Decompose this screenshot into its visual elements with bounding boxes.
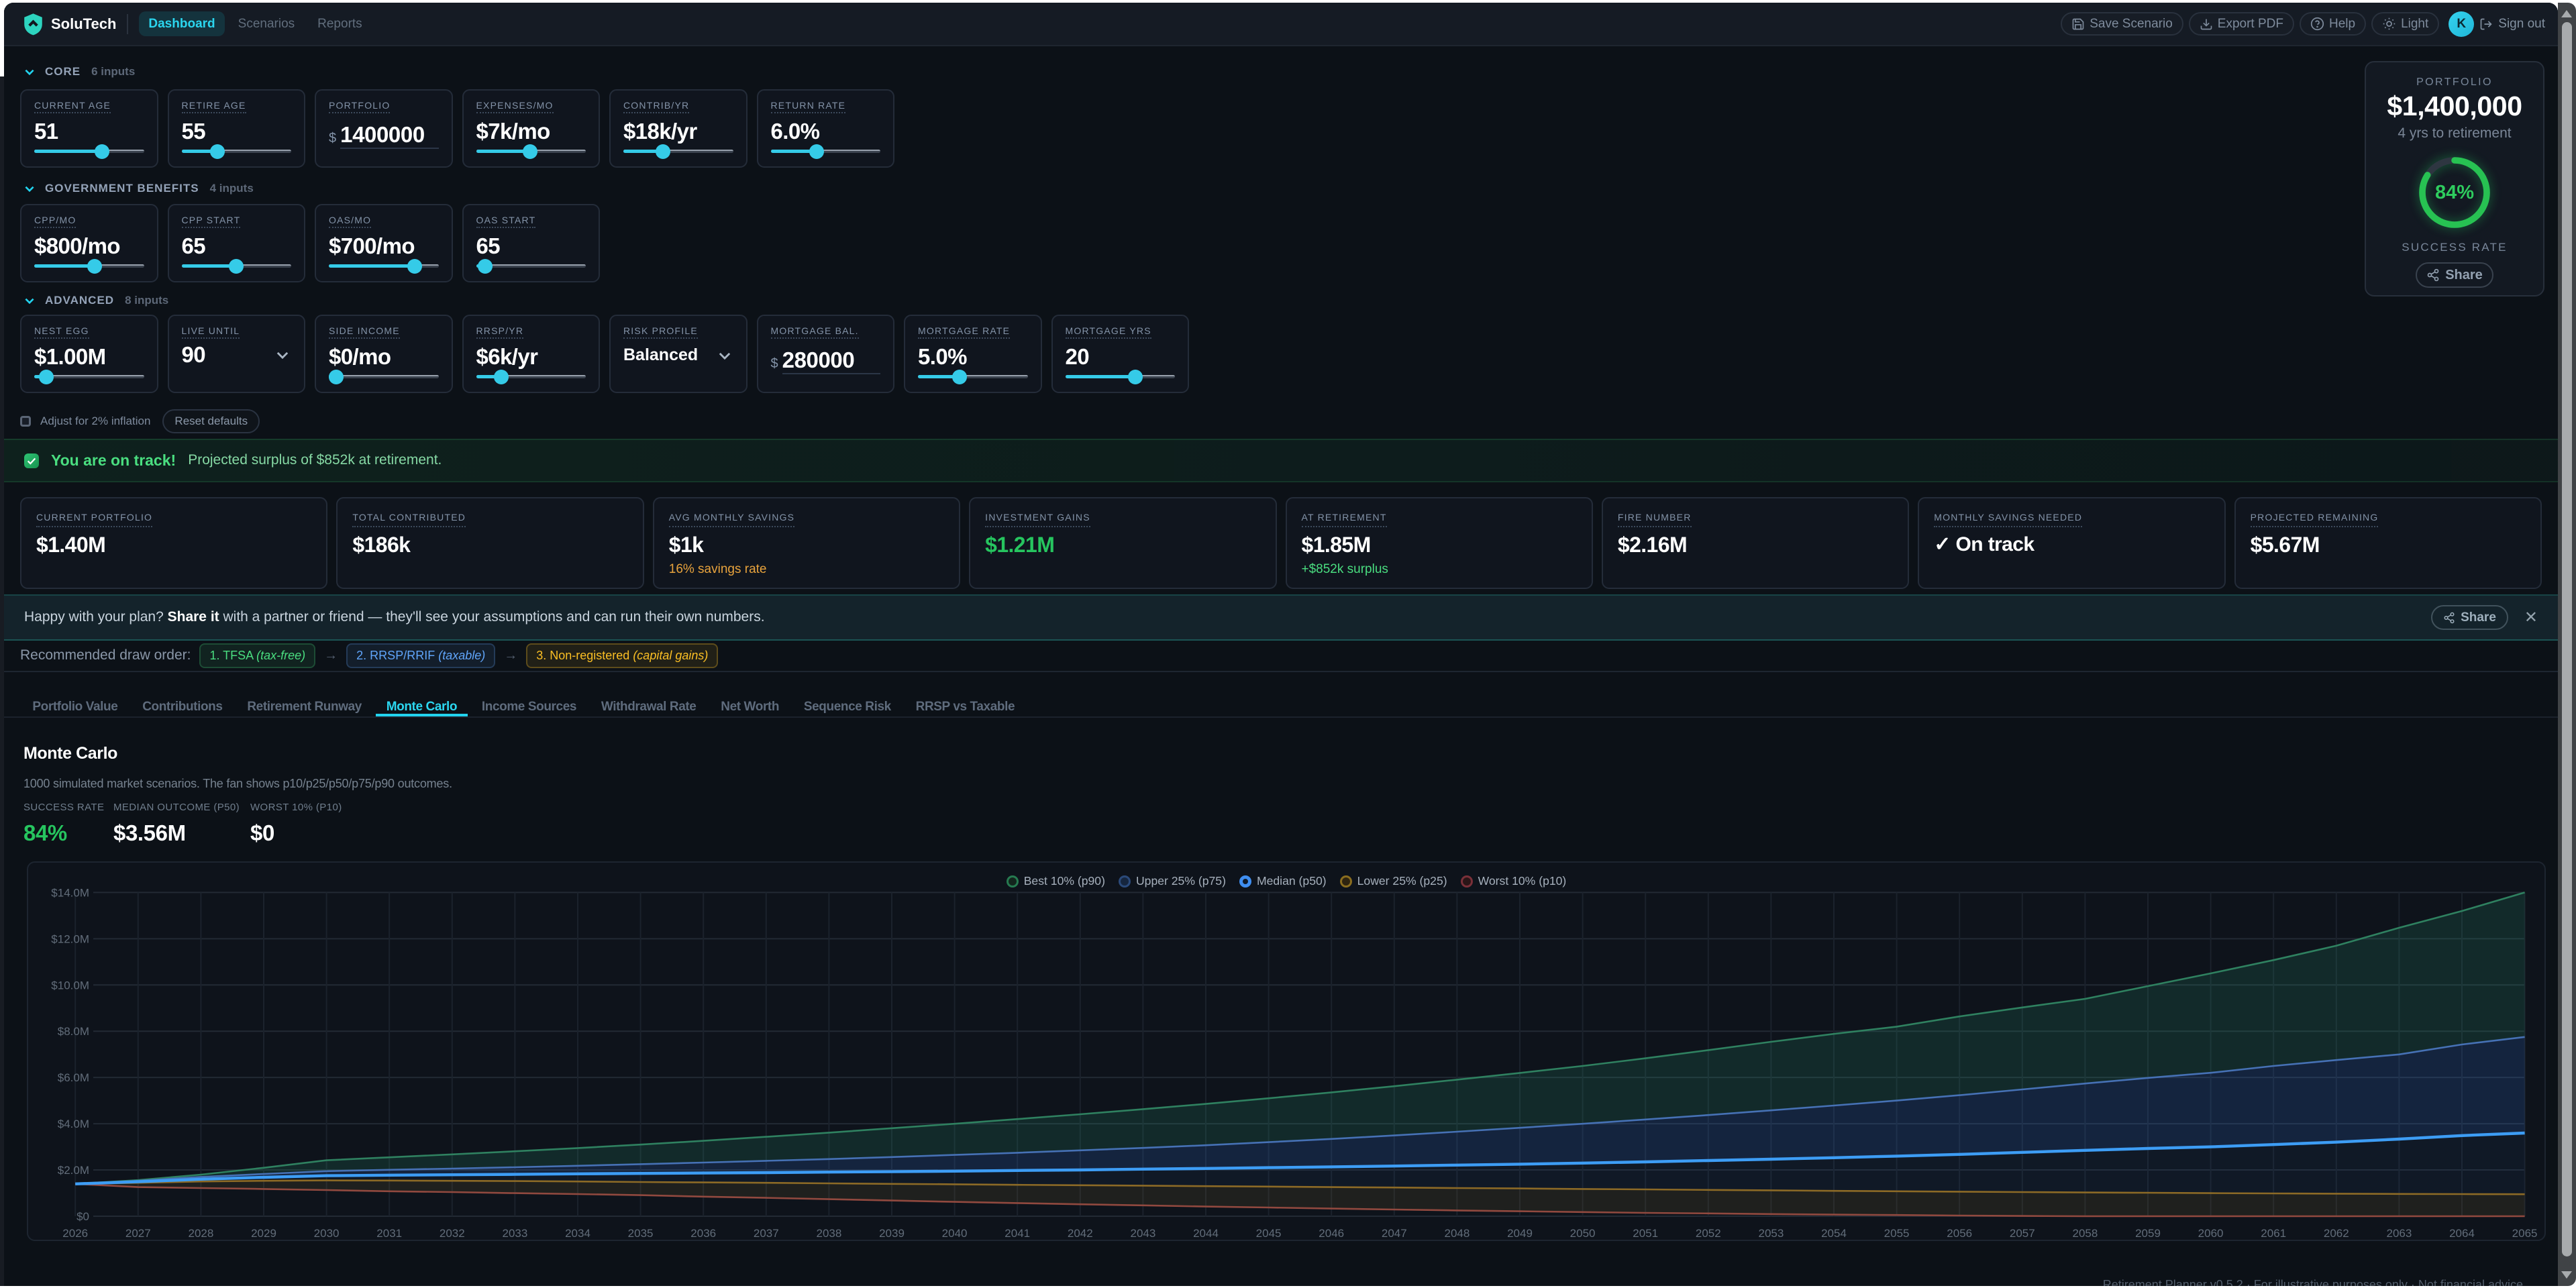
svg-text:$10.0M: $10.0M xyxy=(51,979,89,991)
svg-text:2065: 2065 xyxy=(2512,1227,2538,1240)
svg-text:2047: 2047 xyxy=(1382,1227,1407,1240)
svg-text:2040: 2040 xyxy=(942,1227,968,1240)
svg-text:2063: 2063 xyxy=(2386,1227,2412,1240)
svg-text:2033: 2033 xyxy=(502,1227,527,1240)
svg-text:2043: 2043 xyxy=(1130,1227,1155,1240)
svg-text:$4.0M: $4.0M xyxy=(58,1118,89,1130)
svg-text:2055: 2055 xyxy=(1884,1227,1910,1240)
svg-text:2057: 2057 xyxy=(2010,1227,2035,1240)
svg-text:$8.0M: $8.0M xyxy=(58,1025,89,1038)
svg-text:2042: 2042 xyxy=(1068,1227,1093,1240)
svg-text:2036: 2036 xyxy=(690,1227,716,1240)
svg-text:2062: 2062 xyxy=(2324,1227,2349,1240)
svg-text:2060: 2060 xyxy=(2198,1227,2224,1240)
svg-text:$6.0M: $6.0M xyxy=(58,1071,89,1084)
svg-text:2028: 2028 xyxy=(188,1227,213,1240)
svg-text:2032: 2032 xyxy=(440,1227,465,1240)
svg-text:2064: 2064 xyxy=(2449,1227,2475,1240)
svg-text:2059: 2059 xyxy=(2135,1227,2161,1240)
svg-text:2048: 2048 xyxy=(1444,1227,1470,1240)
svg-text:2029: 2029 xyxy=(251,1227,276,1240)
svg-text:2053: 2053 xyxy=(1758,1227,1784,1240)
svg-text:$0: $0 xyxy=(76,1210,89,1223)
svg-text:2044: 2044 xyxy=(1193,1227,1219,1240)
svg-text:2050: 2050 xyxy=(1570,1227,1596,1240)
svg-text:2045: 2045 xyxy=(1256,1227,1282,1240)
svg-text:$2.0M: $2.0M xyxy=(58,1164,89,1177)
svg-text:2054: 2054 xyxy=(1821,1227,1847,1240)
svg-text:2027: 2027 xyxy=(125,1227,151,1240)
svg-text:2051: 2051 xyxy=(1633,1227,1658,1240)
svg-text:2038: 2038 xyxy=(816,1227,841,1240)
svg-text:2061: 2061 xyxy=(2261,1227,2286,1240)
svg-text:2031: 2031 xyxy=(376,1227,402,1240)
svg-text:$12.0M: $12.0M xyxy=(51,932,89,945)
svg-text:2049: 2049 xyxy=(1507,1227,1533,1240)
svg-text:2039: 2039 xyxy=(879,1227,905,1240)
svg-text:2056: 2056 xyxy=(1947,1227,1972,1240)
svg-text:2030: 2030 xyxy=(314,1227,340,1240)
svg-text:2037: 2037 xyxy=(754,1227,779,1240)
svg-text:2034: 2034 xyxy=(565,1227,590,1240)
svg-text:2046: 2046 xyxy=(1319,1227,1344,1240)
svg-text:2035: 2035 xyxy=(628,1227,654,1240)
svg-text:2052: 2052 xyxy=(1696,1227,1721,1240)
svg-text:2058: 2058 xyxy=(2072,1227,2098,1240)
svg-text:2026: 2026 xyxy=(62,1227,88,1240)
svg-text:2041: 2041 xyxy=(1004,1227,1030,1240)
